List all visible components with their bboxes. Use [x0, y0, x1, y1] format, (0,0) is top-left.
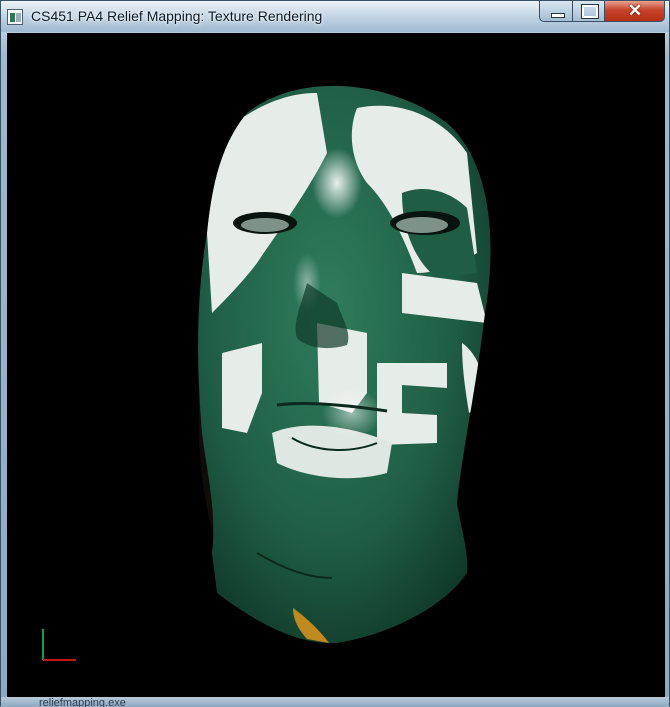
render-viewport[interactable]: [7, 33, 665, 697]
left-eye-iris: [241, 218, 289, 232]
minimize-button[interactable]: [539, 1, 573, 22]
right-eye-iris: [396, 217, 448, 233]
maximize-button[interactable]: [573, 1, 605, 22]
app-window-icon[interactable]: [7, 9, 23, 25]
title-bar[interactable]: CS451 PA4 Relief Mapping: Texture Render…: [1, 1, 669, 32]
maximize-icon: [581, 4, 599, 19]
close-button[interactable]: ✕: [605, 1, 665, 22]
textured-head-model: [198, 85, 491, 644]
y-axis-indicator: [42, 629, 44, 660]
specular-highlight: [312, 148, 362, 218]
close-icon: ✕: [627, 1, 643, 20]
app-window: CS451 PA4 Relief Mapping: Texture Render…: [0, 0, 670, 707]
x-axis-indicator: [43, 659, 76, 661]
window-title: CS451 PA4 Relief Mapping: Texture Render…: [31, 8, 323, 24]
specular-highlight: [322, 388, 382, 438]
minimize-icon: [551, 13, 565, 18]
